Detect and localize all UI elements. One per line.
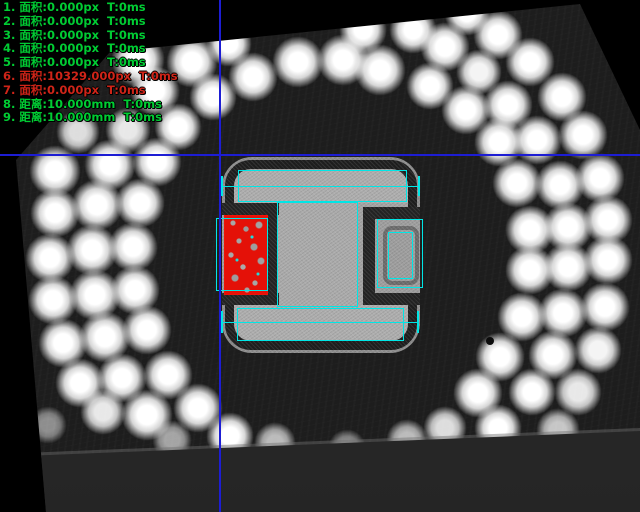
- readout-line: 9. 距离:10.000mm T:0ms: [3, 111, 178, 125]
- light-dot: [115, 178, 165, 228]
- readout-line: 6. 面积:10329.000px T:0ms: [3, 70, 178, 84]
- light-dot: [453, 368, 503, 418]
- readout-line: 7. 面积:0.000px T:0ms: [3, 84, 178, 98]
- caliper-bottom-width-tick[interactable]: [417, 311, 419, 333]
- caliper-bottom-width-tick[interactable]: [221, 311, 223, 333]
- roi-bottom-bar[interactable]: [237, 308, 404, 341]
- measurement-readout: 1. 面积:0.000px T:0ms2. 面积:0.000px T:0ms3.…: [3, 1, 178, 125]
- crosshair-vertical-line[interactable]: [219, 0, 221, 512]
- readout-line: 5. 面积:0.000px T:0ms: [3, 56, 178, 70]
- crosshair-horizontal-line[interactable]: [0, 154, 640, 156]
- caliper-top-width[interactable]: [221, 186, 419, 187]
- defect-dot: [486, 337, 494, 345]
- caliper-top-width-tick[interactable]: [221, 176, 223, 196]
- light-dot: [580, 282, 630, 332]
- caliper-bottom-width[interactable]: [221, 322, 418, 323]
- light-dot: [29, 406, 67, 444]
- readout-line: 1. 面积:0.000px T:0ms: [3, 1, 178, 15]
- caliper-top-width-tick[interactable]: [418, 176, 420, 196]
- light-dot: [583, 235, 633, 285]
- roi-right-inner[interactable]: [388, 232, 413, 279]
- readout-line: 2. 面积:0.000px T:0ms: [3, 15, 178, 29]
- light-dot: [354, 44, 406, 96]
- roi-center-core[interactable]: [277, 202, 358, 307]
- roi-left-pad[interactable]: [216, 218, 268, 291]
- light-dot: [574, 326, 622, 374]
- light-dot: [80, 389, 126, 435]
- vision-inspection-viewport: 1. 面积:0.000px T:0ms2. 面积:0.000px T:0ms3.…: [0, 0, 640, 512]
- light-dot: [122, 305, 172, 355]
